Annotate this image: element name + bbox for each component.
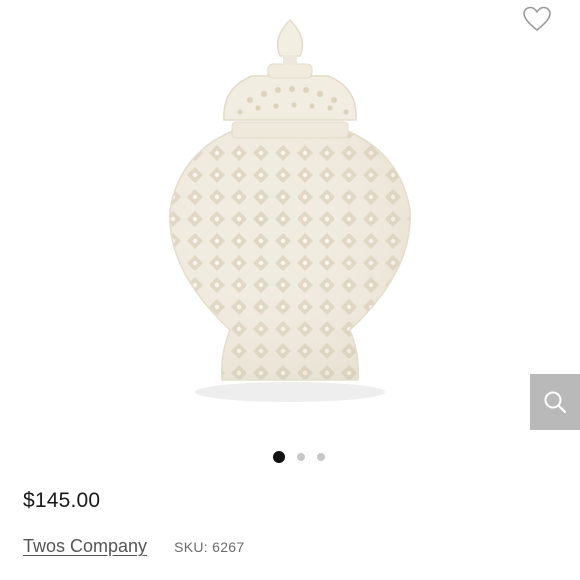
product-image-gallery[interactable] bbox=[0, 0, 580, 440]
sku-label: SKU: 6267 bbox=[174, 539, 245, 555]
magnifier-icon bbox=[544, 391, 567, 414]
gallery-pagination bbox=[0, 450, 580, 464]
gallery-dot-2[interactable] bbox=[297, 453, 305, 461]
product-meta: Twos Company SKU: 6267 bbox=[23, 536, 244, 557]
product-image-ginger-jar bbox=[169, 18, 411, 402]
brand-link[interactable]: Twos Company bbox=[23, 536, 147, 557]
wishlist-button[interactable] bbox=[518, 2, 556, 36]
gallery-dot-1[interactable] bbox=[273, 451, 285, 463]
heart-outline-icon bbox=[523, 6, 551, 32]
gallery-dot-3[interactable] bbox=[317, 453, 325, 461]
zoom-button[interactable] bbox=[530, 374, 580, 430]
product-price: $145.00 bbox=[23, 489, 101, 512]
